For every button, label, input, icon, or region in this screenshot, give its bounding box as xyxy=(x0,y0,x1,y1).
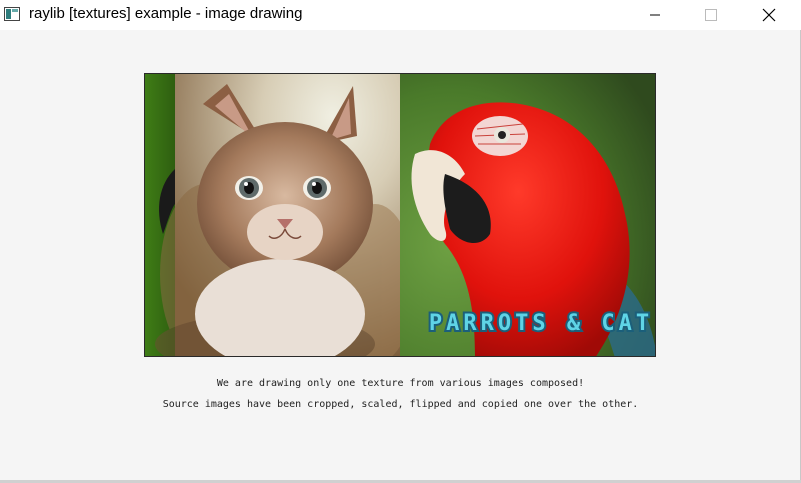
caption-line-2: Source images have been cropped, scaled,… xyxy=(162,399,639,410)
minimize-icon xyxy=(650,14,660,16)
app-window-icon xyxy=(4,7,20,21)
close-icon xyxy=(762,8,776,22)
title-bar[interactable]: raylib [textures] example - image drawin… xyxy=(0,0,801,30)
minimize-button[interactable] xyxy=(632,0,678,30)
maximize-icon xyxy=(705,9,717,21)
parrots-cat-illustration: PARROTS & CAT PARROTS & CAT xyxy=(145,74,655,356)
maximize-button[interactable] xyxy=(688,0,734,30)
composed-texture: PARROTS & CAT PARROTS & CAT xyxy=(144,73,656,357)
caption-line-1: We are drawing only one texture from var… xyxy=(216,378,585,389)
app-window: raylib [textures] example - image drawin… xyxy=(0,0,801,483)
overlay-text: PARROTS & CAT xyxy=(429,311,653,336)
close-button[interactable] xyxy=(746,0,792,30)
window-title: raylib [textures] example - image drawin… xyxy=(29,5,303,22)
